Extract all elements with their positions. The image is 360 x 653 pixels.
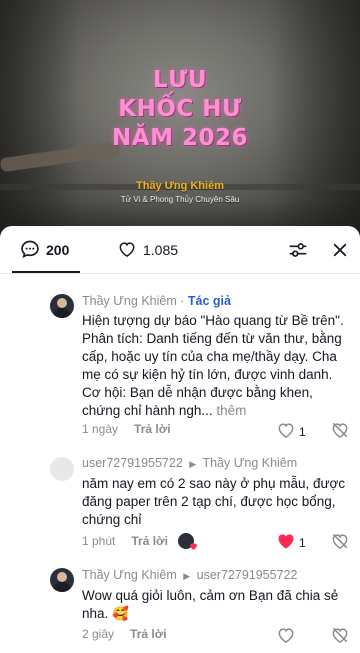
like-button[interactable]: 1 <box>276 420 306 443</box>
comments-sheet: 200 1.085 Thầy Ưng Khiêm · Tác giả Hiện … <box>0 226 360 653</box>
sliders-icon[interactable] <box>286 238 310 262</box>
comment-item: Thầy Ưng Khiêm · Tác giả Hiện tượng dự b… <box>82 293 354 420</box>
reply-to-user[interactable]: user72791955722 <box>197 568 298 582</box>
dislike-icon[interactable] <box>330 531 350 556</box>
comment-time: 1 phút <box>82 534 116 548</box>
avatar[interactable] <box>50 568 74 592</box>
reply-arrow-icon: ▶ <box>189 459 197 469</box>
comment-text: Hiện tượng dự báo "Hào quang từ Bề trên"… <box>82 312 354 420</box>
see-more-link[interactable]: thêm <box>216 403 246 418</box>
video-title-line-1: LƯU <box>152 67 208 93</box>
reply-button[interactable]: Trả lời <box>130 627 167 641</box>
comment-header: Thầy Ưng Khiêm · Tác giả <box>82 293 354 309</box>
likes-count: 1.085 <box>143 242 179 258</box>
tab-likes[interactable]: 1.085 <box>117 226 178 274</box>
avatar[interactable] <box>50 294 74 318</box>
video-title-line-2: KHỐC HƯ <box>118 96 242 122</box>
sheet-header: 200 1.085 <box>0 226 360 274</box>
comment-body: Hiện tượng dự báo "Hào quang từ Bề trên"… <box>82 313 344 418</box>
comments-count: 200 <box>46 242 70 258</box>
video-author: Thầy Ưng Khiêm <box>136 180 224 192</box>
comment-author[interactable]: user72791955722 <box>82 456 183 470</box>
avatar-body <box>53 308 71 318</box>
heart-outline-icon <box>117 239 137 262</box>
comment-bubble-icon <box>20 239 40 262</box>
avatar-face <box>57 298 67 308</box>
author-tag: Tác giả <box>187 294 231 308</box>
video-preview[interactable]: LƯU KHỐC HƯ NĂM 2026 Thầy Ưng Khiêm Tử V… <box>0 0 360 236</box>
avatar[interactable] <box>50 457 74 481</box>
video-title-line-3: NĂM 2026 <box>112 125 248 151</box>
reply-to-user[interactable]: Thầy Ưng Khiêm <box>202 456 297 470</box>
close-icon[interactable] <box>328 238 352 262</box>
like-button[interactable] <box>276 625 296 648</box>
comment-body: năm nay em có 2 sao này ở phụ mẫu, được … <box>82 476 346 527</box>
comment-text: Wow quá giỏi luôn, cảm ơn Bạn đã chia sẻ… <box>82 587 354 623</box>
comment-text: năm nay em có 2 sao này ở phụ mẫu, được … <box>82 475 354 529</box>
comment-meta: 2 giây Trả lời <box>82 627 167 641</box>
like-count: 1 <box>299 424 306 439</box>
heart-filled-icon <box>276 531 296 554</box>
avatar-face <box>57 572 67 582</box>
comment-body: Wow quá giỏi luôn, cảm ơn Bạn đã chia sẻ… <box>82 588 339 621</box>
like-count: 1 <box>299 535 306 550</box>
comment-item: user72791955722 ▶ Thầy Ưng Khiêm năm nay… <box>82 455 354 529</box>
comment-time: 1 ngày <box>82 422 119 436</box>
comment-meta: 1 phút Trả lời <box>82 533 197 550</box>
comment-item: Thầy Ưng Khiêm ▶ user72791955722 Wow quá… <box>82 567 354 623</box>
comment-author[interactable]: Thầy Ưng Khiêm <box>82 568 177 582</box>
reply-button[interactable]: Trả lời <box>131 534 168 548</box>
reply-button[interactable]: Trả lời <box>134 422 171 436</box>
like-button[interactable]: 1 <box>276 531 306 554</box>
reply-arrow-icon: ▶ <box>183 571 191 581</box>
video-author-subtitle: Tử Vi & Phong Thủy Chuyên Sâu <box>120 195 240 204</box>
comment-meta: 1 ngày Trả lời <box>82 422 171 436</box>
comment-author[interactable]: Thầy Ưng Khiêm <box>82 294 177 308</box>
comment-time: 2 giây <box>82 627 115 641</box>
video-title: LƯU KHỐC HƯ NĂM 2026 <box>0 66 360 153</box>
comment-header: Thầy Ưng Khiêm ▶ user72791955722 <box>82 567 354 584</box>
active-tab-indicator <box>12 271 80 273</box>
avatar-body <box>53 582 71 592</box>
separator-dot: · <box>180 294 185 308</box>
dislike-icon[interactable] <box>330 625 350 650</box>
dislike-icon[interactable] <box>330 420 350 445</box>
comment-header: user72791955722 ▶ Thầy Ưng Khiêm <box>82 455 354 472</box>
heart-outline-icon <box>276 420 296 443</box>
creator-liked-avatar <box>177 533 197 550</box>
heart-outline-icon <box>276 625 296 648</box>
tab-comments[interactable]: 200 <box>20 226 69 274</box>
